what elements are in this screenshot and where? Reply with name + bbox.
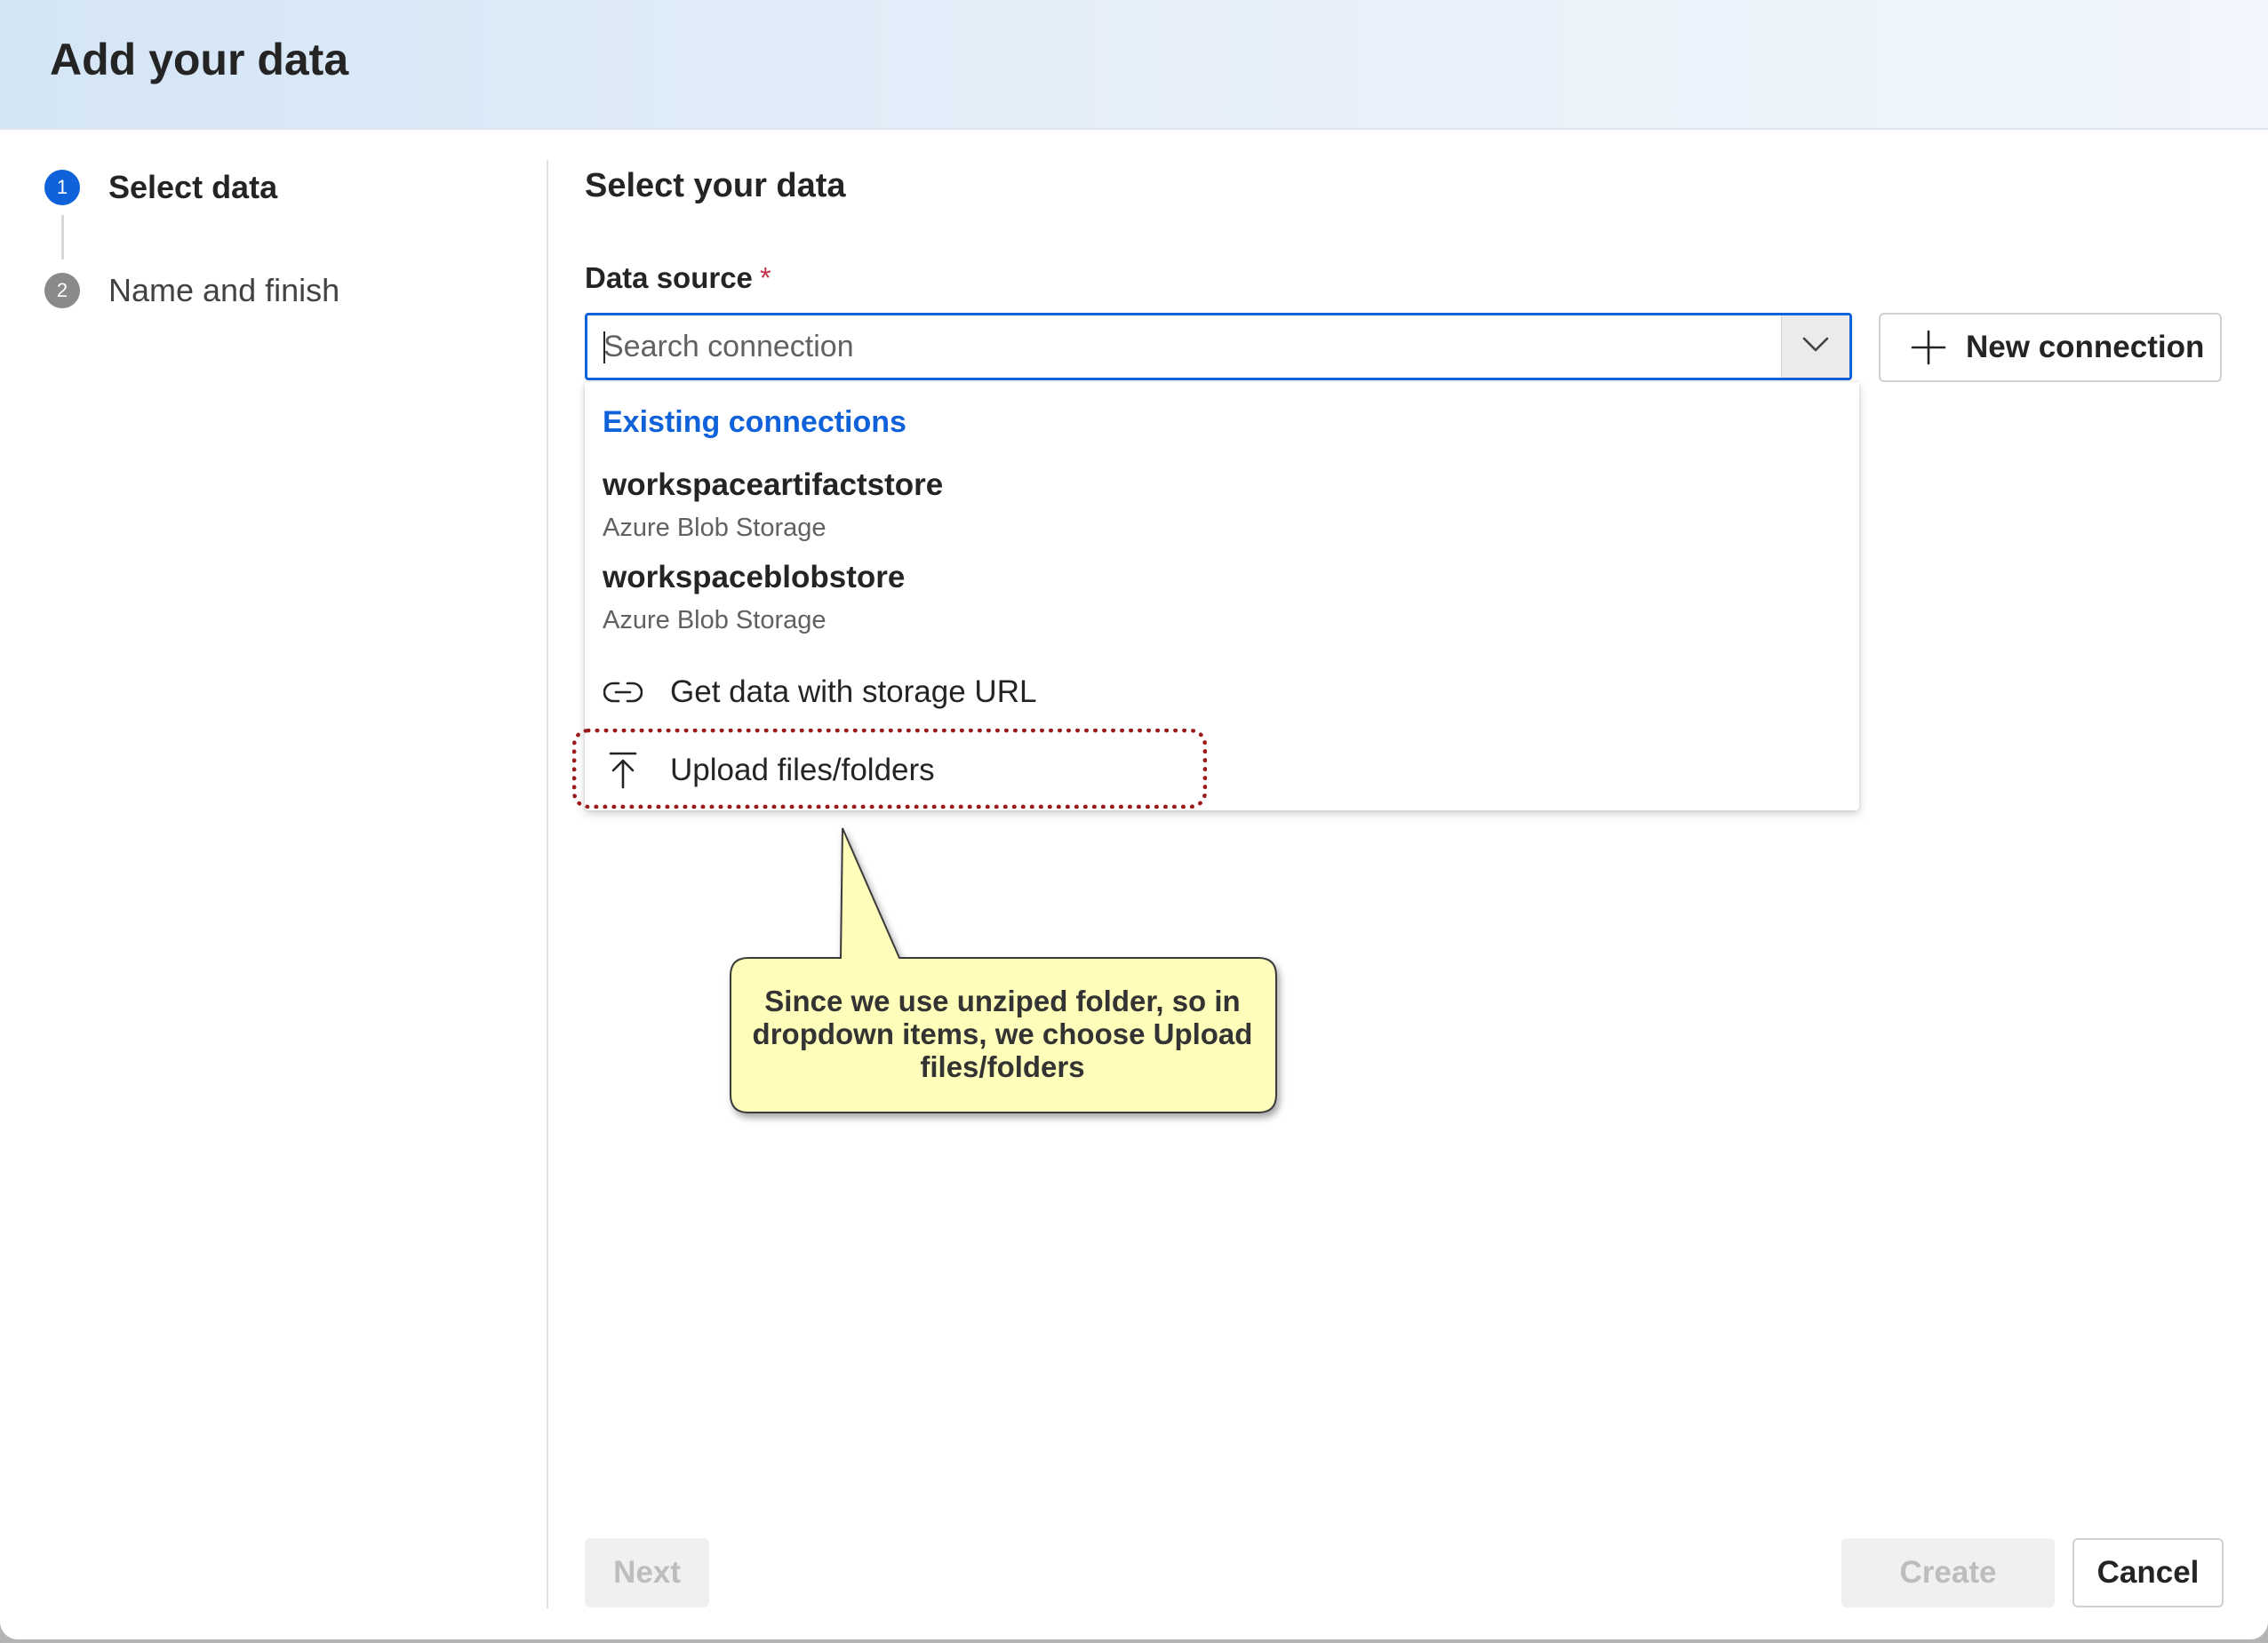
required-indicator: *: [759, 261, 771, 294]
step-connector: [61, 215, 64, 259]
dialog-header: Add your data: [0, 0, 2268, 130]
connection-name: workspaceartifactstore: [603, 467, 944, 502]
callout-text: Since we use unziped folder, so in dropd…: [731, 985, 1274, 1083]
dialog-title: Add your data: [50, 35, 349, 84]
step-number: 1: [44, 170, 80, 205]
connection-type: Azure Blob Storage: [603, 514, 827, 542]
step-label: Name and finish: [108, 272, 340, 308]
next-button[interactable]: Next: [585, 1538, 709, 1607]
dropdown-toggle-button[interactable]: [1781, 315, 1849, 378]
new-connection-button[interactable]: New connection: [1879, 313, 2222, 382]
data-source-label-text: Data source: [585, 261, 753, 294]
search-connection-input[interactable]: [603, 315, 1759, 378]
chevron-down-icon: [1802, 337, 1829, 357]
connection-name: workspaceblobstore: [603, 560, 906, 594]
data-source-combobox[interactable]: [585, 313, 1852, 380]
connection-option[interactable]: workspaceblobstore Azure Blob Storage: [603, 560, 905, 635]
callout-bubble: [730, 827, 1277, 1113]
upload-option-highlight: [572, 729, 1207, 809]
get-data-with-storage-url-option[interactable]: Get data with storage URL: [603, 672, 1036, 713]
link-icon: [603, 672, 643, 713]
step-select-data[interactable]: 1 Select data: [44, 169, 277, 206]
option-label: Get data with storage URL: [670, 674, 1037, 709]
step-name-and-finish[interactable]: 2 Name and finish: [44, 272, 339, 309]
existing-connections-header: Existing connections: [603, 405, 906, 439]
cancel-button[interactable]: Cancel: [2072, 1538, 2224, 1607]
step-label: Select data: [108, 169, 278, 205]
section-title: Select your data: [585, 167, 846, 204]
plus-icon: [1911, 330, 1946, 365]
connection-option[interactable]: workspaceartifactstore Azure Blob Storag…: [603, 467, 943, 543]
callout-line: files/folders: [920, 1050, 1085, 1083]
create-button[interactable]: Create: [1841, 1538, 2055, 1607]
add-data-dialog: Add your data 1 Select data 2 Name and f…: [0, 0, 2268, 1639]
connection-type: Azure Blob Storage: [603, 606, 827, 634]
data-source-label: Data source *: [585, 261, 771, 295]
callout-line: dropdown items, we choose Upload: [752, 1017, 1253, 1050]
text-caret: [603, 331, 605, 363]
new-connection-label: New connection: [1966, 330, 2205, 364]
panel-divider: [547, 160, 548, 1608]
step-number: 2: [44, 273, 80, 308]
callout-line: Since we use unziped folder, so in: [764, 985, 1241, 1017]
